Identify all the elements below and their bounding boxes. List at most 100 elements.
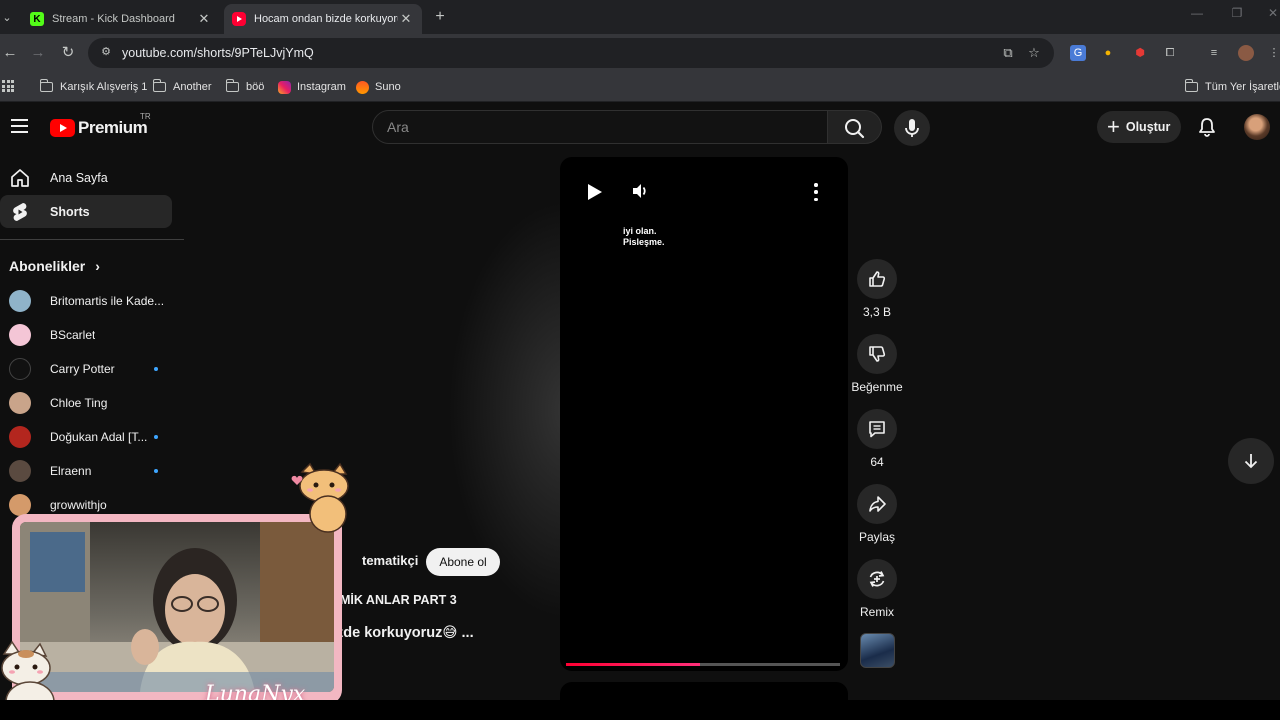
notifications-bell-icon[interactable]: [1196, 116, 1218, 138]
all-bookmarks-folder[interactable]: Tüm Yer İşaretleri: [1184, 79, 1280, 95]
share-action: Paylaş: [857, 484, 897, 544]
create-button[interactable]: + Oluştur: [1097, 111, 1181, 143]
arrow-down-icon: [1244, 454, 1258, 469]
dislike-action: Beğenme: [851, 334, 903, 394]
volume-icon[interactable]: [631, 182, 649, 200]
subscription-item[interactable]: Elraenn: [0, 455, 172, 487]
minimize-icon[interactable]: —: [1182, 6, 1212, 26]
play-icon[interactable]: [587, 183, 603, 201]
bookmark-suno[interactable]: Suno: [356, 79, 401, 95]
playlist-link[interactable]: MİK ANLAR PART 3: [340, 593, 457, 607]
dislike-label: Beğenme: [851, 380, 903, 394]
dislike-button[interactable]: [857, 334, 897, 374]
video-title[interactable]: izde korkuyoruz😅 ...: [332, 625, 474, 641]
browser-tabstrip: ⌄ K Stream - Kick Dashboard ✕ Hocam onda…: [0, 0, 1280, 34]
more-options-icon[interactable]: [813, 183, 819, 201]
comment-count: 64: [870, 455, 884, 469]
site-info-icon[interactable]: ⚙: [98, 45, 114, 61]
folder-icon: [152, 79, 166, 92]
tab-search-chevron-icon[interactable]: ⌄: [0, 8, 14, 26]
channel-avatar: [9, 358, 31, 380]
account-avatar[interactable]: [1244, 114, 1270, 140]
extension-icon[interactable]: ●: [1100, 45, 1116, 61]
sidebar-item-home[interactable]: Ana Sayfa: [0, 161, 172, 194]
progress-bar[interactable]: [566, 663, 840, 666]
apps-grid-icon[interactable]: [2, 80, 14, 92]
share-button[interactable]: [857, 484, 897, 524]
channel-avatar: [9, 290, 31, 312]
subscription-item[interactable]: Chloe Ting: [0, 387, 172, 419]
bookmark-star-icon[interactable]: ☆: [1026, 45, 1042, 61]
subscribe-button[interactable]: Abone ol: [426, 548, 500, 576]
tab-close-icon[interactable]: ✕: [398, 11, 414, 27]
channel-name[interactable]: tematikçi: [362, 553, 418, 568]
channel-avatar: [9, 426, 31, 448]
instagram-icon: [278, 80, 291, 94]
media-control-icon[interactable]: ≡: [1206, 45, 1222, 61]
tab-kick-dashboard[interactable]: K Stream - Kick Dashboard ✕: [22, 4, 220, 34]
plus-icon: +: [1107, 114, 1120, 139]
back-icon[interactable]: ←: [0, 43, 20, 63]
address-url[interactable]: youtube.com/shorts/9PTeLJvjYmQ: [122, 46, 314, 60]
browser-menu-icon[interactable]: ⋮: [1266, 45, 1280, 61]
install-app-icon[interactable]: ⧉: [1000, 45, 1016, 61]
maximize-icon[interactable]: ❐: [1222, 6, 1252, 26]
translate-extension-icon[interactable]: G: [1070, 45, 1086, 61]
bookmark-folder[interactable]: Another: [152, 79, 212, 95]
new-content-dot: [154, 367, 158, 371]
progress-fill: [566, 663, 701, 666]
bookmark-folder[interactable]: Karışık Alışveriş 1: [39, 79, 147, 95]
new-tab-button[interactable]: +: [430, 8, 450, 26]
sidebar-divider: [0, 239, 184, 240]
address-bar[interactable]: ⚙ youtube.com/shorts/9PTeLJvjYmQ ⧉ ☆: [88, 38, 1054, 68]
subscription-item[interactable]: Britomartis ile Kade...: [0, 285, 172, 317]
search-input[interactable]: [387, 119, 807, 135]
subscription-item[interactable]: BScarlet: [0, 319, 172, 351]
adblock-extension-icon[interactable]: ⬢: [1132, 45, 1148, 61]
forward-icon[interactable]: →: [28, 43, 48, 63]
subscription-item[interactable]: Carry Potter: [0, 353, 172, 385]
bookmarks-bar: Karışık Alışveriş 1 Another böö Instagra…: [0, 72, 1280, 102]
search-box[interactable]: [372, 110, 828, 144]
subscription-item[interactable]: Doğukan Adal [T...: [0, 421, 172, 453]
sidebar-item-label: Shorts: [50, 204, 90, 219]
reload-icon[interactable]: ↻: [58, 43, 78, 63]
search-icon: [845, 119, 865, 139]
new-content-dot: [154, 435, 158, 439]
tab-close-icon[interactable]: ✕: [196, 11, 212, 27]
logo-text: Premium: [78, 118, 148, 137]
thumbs-up-icon: [869, 271, 886, 287]
kick-favicon-icon: K: [30, 12, 44, 26]
tab-title: Hocam ondan bizde korkuyoruz: [254, 13, 398, 25]
tab-youtube-short[interactable]: Hocam ondan bizde korkuyoruz ✕: [224, 4, 422, 34]
profile-avatar-icon[interactable]: [1238, 45, 1254, 61]
extensions-puzzle-icon[interactable]: ⧠: [1162, 45, 1178, 61]
subscriptions-heading[interactable]: Abonelikler ›: [9, 258, 100, 274]
sidebar-item-label: Ana Sayfa: [50, 170, 108, 185]
share-arrow-icon: [869, 496, 886, 512]
comment-action: 64: [857, 409, 897, 469]
channel-avatar: [9, 324, 31, 346]
window-close-icon[interactable]: ✕: [1258, 6, 1280, 26]
like-button[interactable]: [857, 259, 897, 299]
sound-thumbnail[interactable]: [860, 633, 895, 668]
youtube-logo[interactable]: Premium: [50, 118, 148, 138]
home-icon: [8, 166, 32, 190]
browser-toolbar: ← → ↻ ⚙ youtube.com/shorts/9PTeLJvjYmQ ⧉…: [0, 34, 1280, 72]
shorts-player[interactable]: iyi olan. Pisleşme.: [560, 157, 848, 671]
next-short-button[interactable]: [1228, 438, 1274, 484]
bookmark-instagram[interactable]: Instagram: [278, 79, 346, 95]
comments-button[interactable]: [857, 409, 897, 449]
search-button[interactable]: [828, 110, 882, 144]
youtube-header: Premium TR + Oluştur: [0, 102, 1280, 152]
microphone-icon: [905, 119, 919, 137]
bookmark-folder[interactable]: böö: [225, 79, 264, 95]
remix-button[interactable]: [857, 559, 897, 599]
create-label: Oluştur: [1125, 120, 1171, 134]
remix-icon: [869, 571, 885, 587]
thumbs-down-icon: [869, 346, 886, 362]
next-short-preview[interactable]: [560, 682, 848, 702]
sidebar-item-shorts[interactable]: Shorts: [0, 195, 172, 228]
voice-search-button[interactable]: [894, 110, 930, 146]
menu-icon[interactable]: [11, 119, 28, 133]
